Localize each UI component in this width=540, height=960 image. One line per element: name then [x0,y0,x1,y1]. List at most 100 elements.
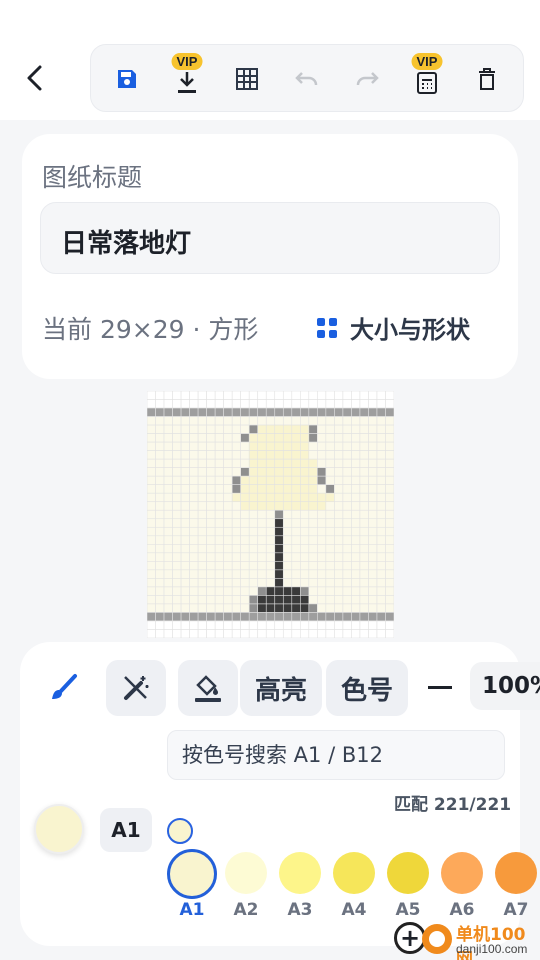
pixel-cell[interactable] [197,526,207,537]
pixel-cell[interactable] [325,492,335,503]
pixel-cell[interactable] [147,612,156,622]
pixel-cell[interactable] [317,569,327,579]
pixel-cell[interactable] [231,561,241,571]
pixel-cell[interactable] [180,467,190,477]
pixel-cell[interactable] [240,467,250,477]
pixel-cell[interactable] [180,620,190,630]
pixel-cell[interactable] [317,544,327,554]
pixel-cell[interactable] [359,552,369,562]
pixel-cell[interactable] [291,416,301,426]
pixel-cell[interactable] [376,586,386,596]
pixel-cell[interactable] [282,586,293,596]
pixel-cell[interactable] [274,552,284,562]
pixel-cell[interactable] [385,424,394,434]
pixel-cell[interactable] [342,629,352,638]
pixel-cell[interactable] [189,620,199,630]
pixel-cell[interactable] [376,629,386,638]
pixel-cell[interactable] [291,595,301,605]
pixel-cell[interactable] [257,450,267,460]
pixel-cell[interactable] [368,492,378,503]
pixel-cell[interactable] [223,407,233,417]
pixel-cell[interactable] [197,450,207,460]
pixel-cell[interactable] [147,586,156,596]
pixel-cell[interactable] [265,441,276,451]
pixel-cell[interactable] [317,492,327,503]
pixel-cell[interactable] [317,509,327,520]
pixel-cell[interactable] [248,433,259,443]
pixel-cell[interactable] [240,629,250,638]
pixel-cell[interactable] [334,526,344,537]
pixel-cell[interactable] [317,391,327,400]
pixel-cell[interactable] [257,612,267,622]
pixel-cell[interactable] [368,612,378,622]
pixel-cell[interactable] [172,595,182,605]
pixel-cell[interactable] [189,603,199,613]
pixel-cell[interactable] [300,501,310,511]
pixel-cell[interactable] [385,450,394,460]
pixel-cell[interactable] [308,441,318,451]
pixel-cell[interactable] [317,441,327,451]
pixel-cell[interactable] [368,569,378,579]
pixel-cell[interactable] [248,552,259,562]
pixel-cell[interactable] [163,578,173,588]
pixel-cell[interactable] [248,501,259,511]
pixel-cell[interactable] [257,475,267,485]
pixel-cell[interactable] [359,399,369,409]
pixel-cell[interactable] [155,535,165,545]
pixel-cell[interactable] [163,391,173,400]
pixel-cell[interactable] [359,407,369,417]
pixel-cell[interactable] [147,518,156,528]
pixel-cell[interactable] [248,424,259,434]
pixel-cell[interactable] [180,501,190,511]
pixel-cell[interactable] [180,586,190,596]
pixel-cell[interactable] [308,586,318,596]
pixel-cell[interactable] [351,603,361,613]
pixel-cell[interactable] [172,569,182,579]
pixel-cell[interactable] [265,467,276,477]
pixel-cell[interactable] [163,458,173,468]
pixel-cell[interactable] [291,492,301,503]
pixel-cell[interactable] [325,391,335,400]
pixel-cell[interactable] [206,518,216,528]
pixel-cell[interactable] [282,612,293,622]
pixel-cell[interactable] [359,441,369,451]
pixel-cell[interactable] [189,407,199,417]
pixel-cell[interactable] [265,450,276,460]
color-swatch-a2[interactable] [225,852,267,894]
pixel-cell[interactable] [325,586,335,596]
pixel-cell[interactable] [282,526,293,537]
pixel-cell[interactable] [282,416,293,426]
pixel-cell[interactable] [342,569,352,579]
pixel-cell[interactable] [189,526,199,537]
pixel-cell[interactable] [147,450,156,460]
pixel-cell[interactable] [300,620,310,630]
pixel-cell[interactable] [282,603,293,613]
pixel-cell[interactable] [172,603,182,613]
pixel-cell[interactable] [206,433,216,443]
pixel-cell[interactable] [385,629,394,638]
pixel-cell[interactable] [231,433,241,443]
pixel-cell[interactable] [257,586,267,596]
pixel-cell[interactable] [240,416,250,426]
pixel-cell[interactable] [282,544,293,554]
pixel-cell[interactable] [223,484,233,494]
pixel-cell[interactable] [163,441,173,451]
pixel-cell[interactable] [334,518,344,528]
pixel-cell[interactable] [325,569,335,579]
pixel-cell[interactable] [282,492,293,503]
pixel-cell[interactable] [231,518,241,528]
pixel-cell[interactable] [368,509,378,520]
pixel-cell[interactable] [214,544,224,554]
pixel-cell[interactable] [308,552,318,562]
pixel-cell[interactable] [376,603,386,613]
pixel-cell[interactable] [265,578,276,588]
pixel-cell[interactable] [274,467,284,477]
pixel-cell[interactable] [368,544,378,554]
pixel-cell[interactable] [308,561,318,571]
pixel-cell[interactable] [282,391,293,400]
pixel-cell[interactable] [180,612,190,622]
pixel-cell[interactable] [300,595,310,605]
pixel-cell[interactable] [248,535,259,545]
pixel-cell[interactable] [308,569,318,579]
color-swatch-a7[interactable] [495,852,537,894]
